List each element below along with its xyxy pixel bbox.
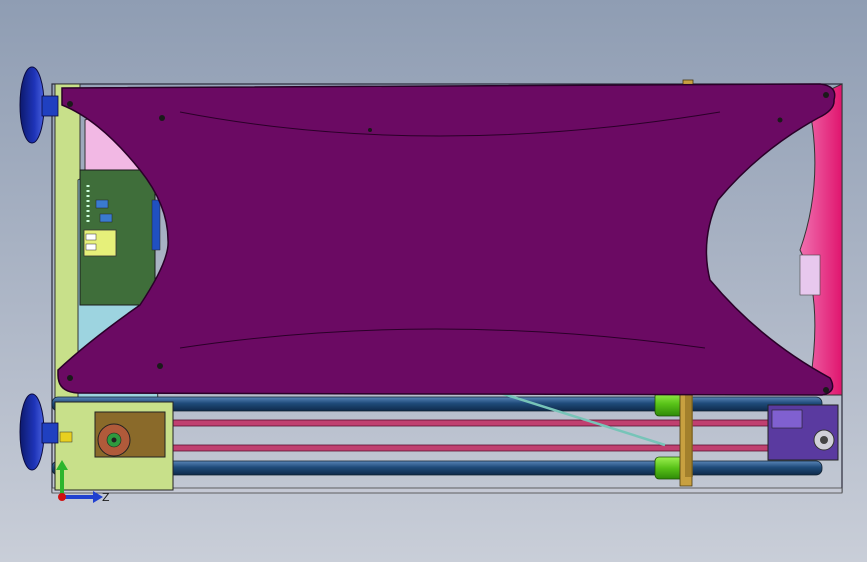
control-board — [79, 169, 161, 306]
z-axis-label: Z — [102, 491, 110, 504]
triad-origin — [58, 493, 66, 501]
idler-assembly — [767, 404, 839, 461]
right-side-panel — [799, 83, 843, 396]
heated-bed — [57, 83, 836, 396]
motor-assembly — [54, 401, 174, 491]
cad-viewport[interactable]: Z — [0, 0, 867, 562]
drive-belt — [109, 419, 826, 452]
